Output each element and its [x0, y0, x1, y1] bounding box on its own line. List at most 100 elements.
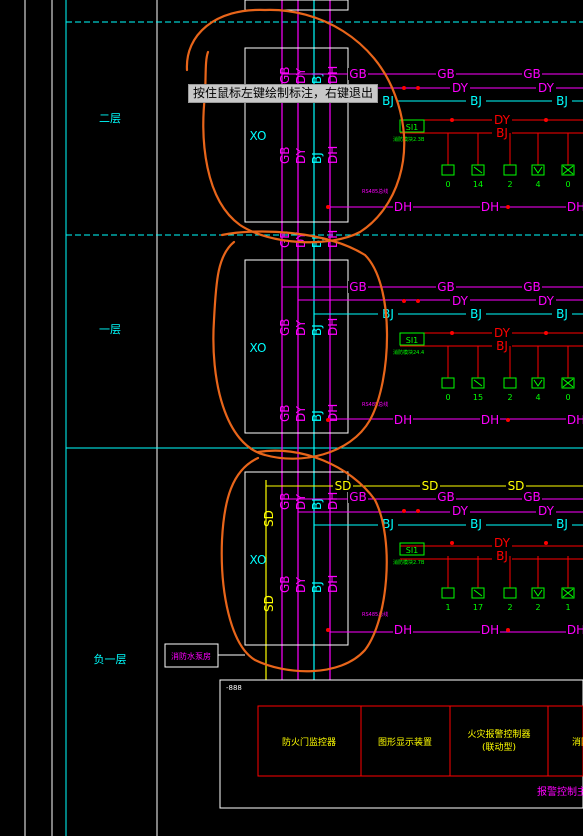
svg-text:SD: SD: [262, 595, 276, 612]
device-count: 2: [507, 393, 512, 402]
svg-text:BJ: BJ: [310, 581, 324, 593]
bus-label: DY: [538, 294, 555, 308]
junction-dot: [450, 541, 454, 545]
riser-labels-b1: SD GB DY BJ DH SD GB DY BJ DH: [262, 492, 340, 612]
pump-room-box: 消防水泵房: [164, 643, 245, 668]
markup-annotations: [185, 8, 406, 673]
bus-label: BJ: [496, 339, 508, 353]
bus-label: GB: [523, 490, 541, 504]
device-count: 4: [535, 180, 540, 189]
svg-text:GB: GB: [278, 66, 292, 84]
control-cell-4: 消防: [572, 736, 583, 748]
junction-dot: [506, 628, 510, 632]
svg-text:DH: DH: [326, 318, 340, 336]
device-count: 15: [473, 393, 483, 402]
svg-text:DY: DY: [294, 493, 308, 510]
command-tooltip: 按住鼠标左键绘制标注，右键退出: [188, 84, 379, 103]
junction-dot: [402, 86, 406, 90]
bus-label: BJ: [496, 126, 508, 140]
svg-text:GB: GB: [278, 492, 292, 510]
svg-text:DY: DY: [294, 405, 308, 422]
module-label: SI1: [406, 336, 419, 345]
svg-text:GB: GB: [278, 318, 292, 336]
svg-text:BJ: BJ: [310, 498, 324, 510]
svg-text:DH: DH: [326, 146, 340, 164]
bus-label: GB: [437, 67, 455, 81]
svg-text:BJ: BJ: [310, 152, 324, 164]
svg-text:BJ: BJ: [310, 410, 324, 422]
pump-room-label: 消防水泵房: [171, 651, 211, 661]
smoke-detector-icon: [441, 164, 455, 176]
floor-label-2f: 二层: [99, 112, 121, 125]
bus-label: DY: [452, 294, 469, 308]
control-cell-3: 火灾报警控制器(联动型): [467, 728, 530, 753]
hydrant-button-icon: [503, 377, 517, 389]
panel-label-2f: XO: [250, 129, 267, 143]
bus-label: DH: [394, 413, 412, 427]
bus-label: SD: [422, 479, 439, 493]
module-note: 消防模块2.3B: [393, 136, 425, 143]
floor-label-1f: 一层: [99, 323, 121, 336]
junction-dot: [544, 118, 548, 122]
bus-label: DH: [567, 413, 583, 427]
bus-label: GB: [437, 490, 455, 504]
bus-label: BJ: [556, 307, 568, 321]
bus-label: BJ: [556, 517, 568, 531]
svg-text:DY: DY: [294, 319, 308, 336]
bus-label: DH: [481, 623, 499, 637]
junction-dot: [416, 299, 420, 303]
device-count: 2: [507, 603, 512, 612]
cad-drawing-canvas[interactable]: 二层 一层 负一层 XO XO XO GB DY BJ DH GB DY BJ …: [0, 0, 583, 836]
control-cell-2: 图形显示装置: [378, 736, 432, 748]
junction-dot: [506, 418, 510, 422]
panel-label-1f: XO: [250, 341, 267, 355]
bus-label: DH: [481, 200, 499, 214]
bus-label: BJ: [470, 94, 482, 108]
bus-label: BJ: [382, 307, 394, 321]
bus-label: DY: [452, 81, 469, 95]
control-room: -888 防火门监控器 图形显示装置 火灾报警控制器(联动型) 消防 报警控制主…: [219, 679, 583, 809]
svg-text:GB: GB: [278, 146, 292, 164]
svg-text:SD: SD: [262, 510, 276, 527]
bus-label: BJ: [556, 94, 568, 108]
bus-label: DY: [538, 81, 555, 95]
bus-label: GB: [349, 67, 367, 81]
svg-text:DY: DY: [294, 147, 308, 164]
device-count: 2: [507, 180, 512, 189]
junction-dot: [402, 299, 406, 303]
device-count: 0: [565, 393, 570, 402]
control-room-tag: -888: [226, 684, 242, 692]
junction-dot: [416, 509, 420, 513]
svg-text:DY: DY: [294, 67, 308, 84]
bus-label: DY: [452, 504, 469, 518]
junction-dot: [326, 205, 330, 209]
bus-label: DH: [394, 200, 412, 214]
junction-dot: [402, 509, 406, 513]
drawing-frame: [24, 0, 158, 836]
bus-label: DH: [567, 200, 583, 214]
svg-text:GB: GB: [278, 575, 292, 593]
bus-label: BJ: [470, 307, 482, 321]
bus-label: DH: [481, 413, 499, 427]
device-count: 2: [535, 603, 540, 612]
bus-tag: RS485总线: [362, 188, 388, 195]
device-count: 1: [565, 603, 570, 612]
bus-label: GB: [349, 490, 367, 504]
smoke-detector-icon: [441, 587, 455, 599]
panel-label-b1: XO: [250, 553, 267, 567]
bus-label: DH: [394, 623, 412, 637]
bus-label: BJ: [382, 94, 394, 108]
bus-label: BJ: [470, 517, 482, 531]
svg-text:BJ: BJ: [310, 324, 324, 336]
junction-dot: [450, 331, 454, 335]
control-cell-1: 防火门监控器: [282, 736, 336, 748]
module-note: 消防模块24.4: [393, 349, 424, 356]
junction-dot: [544, 541, 548, 545]
floor-label-b1: 负一层: [94, 652, 127, 666]
bus-label: BJ: [496, 549, 508, 563]
control-room-footer: 报警控制主机: [537, 785, 583, 798]
bus-label: SD: [335, 479, 352, 493]
riser-labels-1f: GB DY BJ DH GB DY BJ DH: [278, 318, 340, 422]
junction-dot: [416, 86, 420, 90]
svg-text:DH: DH: [326, 575, 340, 593]
